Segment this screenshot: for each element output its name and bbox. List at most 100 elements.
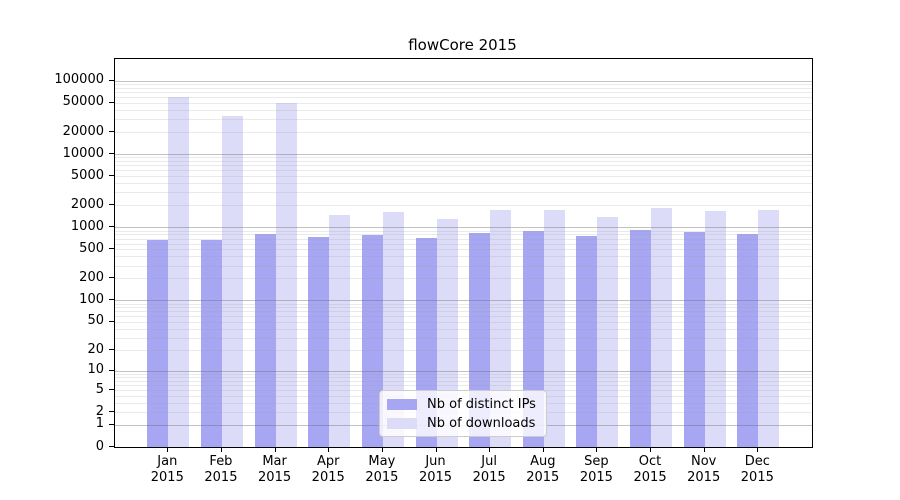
x-tick-jul bbox=[489, 447, 490, 452]
y-tick-5 bbox=[109, 389, 114, 390]
legend: Nb of distinct IPs Nb of downloads bbox=[379, 390, 547, 437]
y-tick-label-200: 200 bbox=[14, 271, 104, 284]
gridline-200 bbox=[115, 278, 812, 279]
gridline-10000 bbox=[115, 154, 812, 155]
bar-distinct-ips-apr bbox=[308, 237, 329, 447]
y-tick-2 bbox=[109, 411, 114, 412]
x-tick-label-jun: Jun 2015 bbox=[406, 454, 466, 486]
y-tick-1 bbox=[109, 424, 114, 425]
gridline-2000 bbox=[115, 205, 812, 206]
gridline-600 bbox=[115, 244, 812, 245]
legend-label-downloads: Nb of downloads bbox=[427, 417, 535, 430]
gridline-60000 bbox=[115, 97, 812, 98]
x-tick-label-sep: Sep 2015 bbox=[566, 454, 626, 486]
y-tick-50000 bbox=[109, 102, 114, 103]
y-tick-label-10: 10 bbox=[14, 363, 104, 376]
y-tick-label-2: 2 bbox=[14, 405, 104, 418]
x-tick-label-oct: Oct 2015 bbox=[620, 454, 680, 486]
gridline-300 bbox=[115, 266, 812, 267]
bar-distinct-ips-feb bbox=[201, 240, 222, 447]
gridline-100 bbox=[115, 300, 812, 301]
gridline-50000 bbox=[115, 103, 812, 104]
gridline-7000 bbox=[115, 165, 812, 166]
x-tick-jun bbox=[436, 447, 437, 452]
y-tick-5000 bbox=[109, 175, 114, 176]
gridline-900 bbox=[115, 231, 812, 232]
y-tick-label-0: 0 bbox=[14, 440, 104, 453]
x-tick-label-nov: Nov 2015 bbox=[674, 454, 734, 486]
gridline-30000 bbox=[115, 119, 812, 120]
gridline-800 bbox=[115, 234, 812, 235]
x-tick-mar bbox=[275, 447, 276, 452]
x-tick-oct bbox=[650, 447, 651, 452]
y-tick-1000 bbox=[109, 226, 114, 227]
y-tick-label-5000: 5000 bbox=[14, 169, 104, 182]
gridline-9 bbox=[115, 374, 812, 375]
y-tick-200 bbox=[109, 277, 114, 278]
gridline-40 bbox=[115, 329, 812, 330]
gridline-6000 bbox=[115, 170, 812, 171]
gridline-70000 bbox=[115, 92, 812, 93]
gridline-80 bbox=[115, 307, 812, 308]
x-tick-label-dec: Dec 2015 bbox=[727, 454, 787, 486]
gridline-8 bbox=[115, 377, 812, 378]
gridline-40000 bbox=[115, 110, 812, 111]
gridline-50 bbox=[115, 322, 812, 323]
y-tick-label-100000: 100000 bbox=[14, 73, 104, 86]
x-tick-nov bbox=[704, 447, 705, 452]
y-tick-10000 bbox=[109, 153, 114, 154]
x-tick-label-may: May 2015 bbox=[352, 454, 412, 486]
gridline-90 bbox=[115, 304, 812, 305]
x-tick-label-mar: Mar 2015 bbox=[245, 454, 305, 486]
y-tick-2000 bbox=[109, 204, 114, 205]
gridline-3000 bbox=[115, 192, 812, 193]
y-tick-label-50: 50 bbox=[14, 314, 104, 327]
gridline-7 bbox=[115, 381, 812, 382]
y-tick-label-20: 20 bbox=[14, 343, 104, 356]
legend-item-distinct-ips: Nb of distinct IPs bbox=[387, 396, 538, 413]
x-tick-label-feb: Feb 2015 bbox=[191, 454, 251, 486]
y-tick-10 bbox=[109, 370, 114, 371]
x-tick-sep bbox=[596, 447, 597, 452]
y-tick-20000 bbox=[109, 131, 114, 132]
chart-figure: flowCore 2015 Nb of distinct IPs Nb of d… bbox=[0, 0, 900, 500]
bar-distinct-ips-sep bbox=[576, 236, 597, 447]
gridline-5000 bbox=[115, 176, 812, 177]
y-tick-100 bbox=[109, 299, 114, 300]
y-tick-0 bbox=[109, 446, 114, 447]
gridline-80000 bbox=[115, 88, 812, 89]
bar-downloads-jan bbox=[168, 97, 189, 447]
y-tick-label-50000: 50000 bbox=[14, 95, 104, 108]
x-tick-feb bbox=[221, 447, 222, 452]
gridline-20000 bbox=[115, 132, 812, 133]
gridline-500 bbox=[115, 249, 812, 250]
x-tick-apr bbox=[328, 447, 329, 452]
x-tick-dec bbox=[757, 447, 758, 452]
y-tick-50 bbox=[109, 321, 114, 322]
gridline-1000 bbox=[115, 227, 812, 228]
gridline-700 bbox=[115, 239, 812, 240]
gridline-90000 bbox=[115, 84, 812, 85]
y-tick-100000 bbox=[109, 80, 114, 81]
y-tick-20 bbox=[109, 349, 114, 350]
gridline-10 bbox=[115, 371, 812, 372]
gridline-9000 bbox=[115, 157, 812, 158]
x-tick-may bbox=[382, 447, 383, 452]
bar-distinct-ips-jan bbox=[147, 240, 168, 447]
y-tick-label-5: 5 bbox=[14, 383, 104, 396]
legend-swatch-downloads bbox=[387, 418, 417, 429]
y-tick-label-20000: 20000 bbox=[14, 125, 104, 138]
y-tick-label-1000: 1000 bbox=[14, 220, 104, 233]
legend-label-distinct-ips: Nb of distinct IPs bbox=[427, 398, 536, 411]
y-tick-label-2000: 2000 bbox=[14, 198, 104, 211]
x-tick-label-jan: Jan 2015 bbox=[137, 454, 197, 486]
gridline-20 bbox=[115, 350, 812, 351]
y-tick-label-100: 100 bbox=[14, 293, 104, 306]
gridline-30 bbox=[115, 338, 812, 339]
gridline-70 bbox=[115, 311, 812, 312]
y-tick-500 bbox=[109, 248, 114, 249]
x-tick-label-aug: Aug 2015 bbox=[513, 454, 573, 486]
gridline-60 bbox=[115, 316, 812, 317]
gridline-4000 bbox=[115, 183, 812, 184]
chart-title: flowCore 2015 bbox=[114, 36, 811, 54]
